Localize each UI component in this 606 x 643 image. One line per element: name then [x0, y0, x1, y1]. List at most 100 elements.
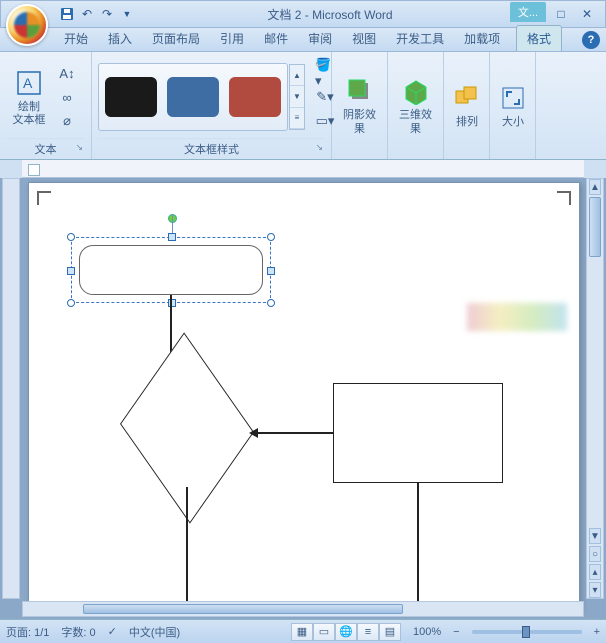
horizontal-ruler[interactable] [22, 160, 584, 178]
close-button[interactable]: ✕ [577, 6, 597, 22]
threeD-label: 三维效果 [395, 109, 436, 135]
handle-nw[interactable] [67, 233, 75, 241]
tab-mailings[interactable]: 邮件 [254, 26, 298, 51]
group-textbox-styles: ▲▼≡ 🪣▾ ✎▾ ▭▾ 文本框样式↘ [92, 52, 332, 159]
textbox-icon: A [13, 67, 45, 99]
group-styles-label: 文本框样式 [184, 144, 239, 156]
shadow-label: 阴影效果 [339, 109, 380, 135]
flowchart-process[interactable] [333, 383, 503, 483]
shadow-icon [344, 75, 376, 107]
tab-page-layout[interactable]: 页面布局 [142, 26, 210, 51]
office-button[interactable] [6, 4, 48, 46]
contextual-tab-label: 文... [510, 2, 546, 22]
zoom-slider[interactable] [472, 630, 582, 634]
svg-text:A: A [23, 75, 33, 91]
tab-home[interactable]: 开始 [54, 26, 98, 51]
style-gallery[interactable]: ▲▼≡ [98, 63, 288, 131]
shadow-button[interactable]: 阴影效果 [338, 69, 381, 143]
tab-format[interactable]: 格式 [516, 25, 562, 51]
draft-view[interactable]: ▤ [379, 623, 401, 641]
ribbon: A 绘制 文本框 A↕ ∞ ⌀ 文本↘ ▲▼≡ 🪣▾ ✎▾ ▭▾ [0, 52, 606, 160]
status-words[interactable]: 字数: 0 [61, 624, 95, 640]
hscroll-thumb[interactable] [83, 604, 403, 614]
text-direction-icon[interactable]: A↕ [56, 62, 78, 84]
ribbon-tabs: 开始 插入 页面布局 引用 邮件 审阅 视图 开发工具 加载项 格式 ? [0, 28, 606, 52]
handle-sw[interactable] [67, 299, 75, 307]
cube-icon [400, 75, 432, 107]
tab-view[interactable]: 视图 [342, 26, 386, 51]
handle-e[interactable] [267, 267, 275, 275]
tab-references[interactable]: 引用 [210, 26, 254, 51]
status-bar: 页面: 1/1 字数: 0 ✓ 中文(中国) ▦ ▭ 🌐 ≡ ▤ 100% − … [0, 619, 606, 643]
size-icon [497, 82, 529, 114]
redo-icon[interactable]: ↷ [99, 6, 115, 22]
connector-3[interactable] [417, 483, 419, 610]
help-icon[interactable]: ? [582, 31, 600, 49]
connector-2-arrow [249, 428, 258, 438]
break-link-icon[interactable]: ⌀ [56, 110, 78, 132]
selection-frame [71, 237, 271, 303]
group-size: 大小 ↘ [490, 52, 536, 159]
print-layout-view[interactable]: ▦ [291, 623, 313, 641]
document-area: ▲ ▼ ○ ▴ ▾ [0, 178, 606, 619]
threeD-button[interactable]: 三维效果 [394, 69, 437, 143]
watermark-smudge [467, 303, 567, 331]
browse-object-button[interactable]: ○ [589, 546, 601, 562]
arrange-icon [451, 82, 483, 114]
arrange-label: 排列 [456, 116, 478, 129]
handle-ne[interactable] [267, 233, 275, 241]
next-page-button[interactable]: ▾ [589, 582, 601, 598]
scroll-down-button[interactable]: ▼ [589, 528, 601, 544]
maximize-button[interactable]: □ [551, 6, 571, 22]
title-bar: ↶ ↷ ▼ 文档 2 - Microsoft Word 文... — □ ✕ [0, 0, 606, 28]
zoom-in-button[interactable]: + [594, 626, 600, 638]
page[interactable] [28, 182, 580, 610]
qat-dropdown-icon[interactable]: ▼ [119, 6, 135, 22]
handle-n[interactable] [168, 233, 176, 241]
style-swatch-3[interactable] [229, 77, 281, 117]
draw-textbox-button[interactable]: A 绘制 文本框 [6, 60, 52, 134]
handle-w[interactable] [67, 267, 75, 275]
vscroll-thumb[interactable] [589, 197, 601, 257]
size-label: 大小 [502, 116, 524, 129]
zoom-out-button[interactable]: − [453, 626, 459, 638]
vertical-scrollbar[interactable]: ▲ ▼ ○ ▴ ▾ [586, 178, 604, 599]
status-language[interactable]: 中文(中国) [129, 624, 180, 640]
tab-review[interactable]: 审阅 [298, 26, 342, 51]
group-arrange: 排列 [444, 52, 490, 159]
tab-insert[interactable]: 插入 [98, 26, 142, 51]
size-button[interactable]: 大小 [496, 69, 530, 143]
web-view[interactable]: 🌐 [335, 623, 357, 641]
group-text-launcher[interactable]: ↘ [75, 142, 83, 153]
group-styles-launcher[interactable]: ↘ [315, 142, 323, 153]
draw-textbox-label: 绘制 文本框 [13, 101, 46, 127]
zoom-level[interactable]: 100% [413, 626, 441, 638]
save-icon[interactable] [59, 6, 75, 22]
gallery-spinner[interactable]: ▲▼≡ [289, 64, 305, 130]
group-text-label: 文本 [35, 144, 57, 156]
outline-view[interactable]: ≡ [357, 623, 379, 641]
style-swatch-2[interactable] [167, 77, 219, 117]
window-title: 文档 2 - Microsoft Word [135, 6, 525, 23]
horizontal-scrollbar[interactable] [22, 601, 584, 617]
fullscreen-view[interactable]: ▭ [313, 623, 335, 641]
style-swatch-1[interactable] [105, 77, 157, 117]
scroll-up-button[interactable]: ▲ [589, 179, 601, 195]
vertical-ruler[interactable] [2, 178, 20, 599]
zoom-knob[interactable] [522, 626, 530, 638]
flowchart-decision[interactable] [127, 373, 247, 483]
quick-access-toolbar: ↶ ↷ ▼ [59, 6, 135, 22]
status-page[interactable]: 页面: 1/1 [6, 624, 49, 640]
link-textbox-icon[interactable]: ∞ [56, 86, 78, 108]
proofing-icon[interactable]: ✓ [108, 625, 117, 638]
connector-2[interactable] [257, 432, 333, 434]
arrange-button[interactable]: 排列 [450, 69, 484, 143]
handle-se[interactable] [267, 299, 275, 307]
undo-icon[interactable]: ↶ [79, 6, 95, 22]
prev-page-button[interactable]: ▴ [589, 564, 601, 580]
group-shadow: 阴影效果 [332, 52, 388, 159]
tab-developer[interactable]: 开发工具 [386, 26, 454, 51]
group-3d: 三维效果 [388, 52, 444, 159]
connector-4[interactable] [186, 487, 188, 610]
tab-addins[interactable]: 加载项 [454, 26, 510, 51]
